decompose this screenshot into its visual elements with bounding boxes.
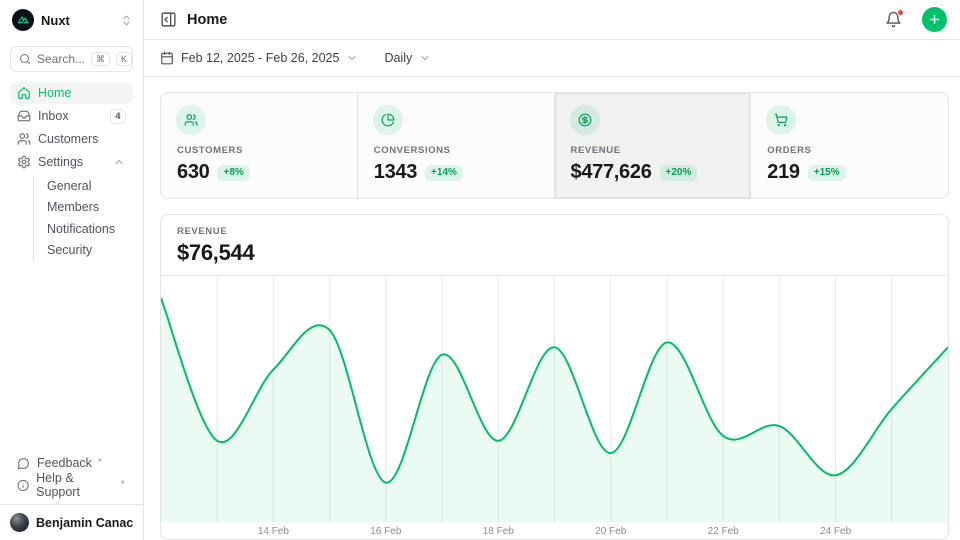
- x-axis-tick-label: 24 Feb: [820, 526, 851, 537]
- chart-metric-value: $76,544: [177, 240, 932, 266]
- sidebar-item-label: Settings: [38, 155, 105, 169]
- sidebar-footer: Feedback Help & Support: [0, 448, 143, 504]
- stat-value: $477,626: [571, 161, 652, 184]
- add-button[interactable]: [922, 7, 947, 32]
- shopping-cart-icon: [774, 113, 788, 127]
- stat-value: 630: [177, 161, 209, 184]
- search-icon: [19, 53, 31, 65]
- panel-left-close-icon: [160, 11, 177, 28]
- sidebar: Nuxt Search... ⌘ K Home Inbox 4 Customer…: [0, 0, 144, 540]
- stat-label: CONVERSIONS: [374, 145, 538, 156]
- search-input[interactable]: Search... ⌘ K: [10, 46, 133, 72]
- external-link-icon: [119, 479, 126, 486]
- filter-bar: Feb 12, 2025 - Feb 26, 2025 Daily: [144, 40, 960, 77]
- sidebar-item-inbox[interactable]: Inbox 4: [10, 105, 133, 127]
- subnav-label: General: [47, 179, 91, 193]
- stat-delta-badge: +15%: [808, 165, 846, 181]
- app-window: Nuxt Search... ⌘ K Home Inbox 4 Customer…: [0, 0, 960, 540]
- message-bubble-icon: [17, 457, 30, 470]
- home-icon: [17, 86, 31, 100]
- date-range-picker[interactable]: Feb 12, 2025 - Feb 26, 2025: [160, 51, 358, 65]
- stat-card-customers[interactable]: CUSTOMERS 630 +8%: [161, 93, 358, 198]
- users-icon: [184, 113, 198, 127]
- sidebar-item-label: Home: [38, 86, 126, 100]
- x-axis-tick-label: 18 Feb: [483, 526, 514, 537]
- chart-canvas: [161, 276, 948, 522]
- circle-dollar-icon: [578, 113, 592, 127]
- chart-metric-label: REVENUE: [177, 226, 932, 237]
- page-title: Home: [187, 12, 875, 28]
- users-icon: [17, 132, 31, 146]
- stat-value: 219: [767, 161, 799, 184]
- inbox-icon: [17, 109, 31, 123]
- sidebar-item-settings[interactable]: Settings: [10, 151, 133, 173]
- sidebar-nav: Home Inbox 4 Customers Settings General …: [0, 82, 143, 261]
- sidebar-item-customers[interactable]: Customers: [10, 128, 133, 150]
- feedback-label: Feedback: [37, 456, 92, 470]
- subnav-label: Members: [47, 200, 99, 214]
- chevron-down-icon: [346, 52, 358, 64]
- stat-card-orders[interactable]: ORDERS 219 +15%: [751, 93, 948, 198]
- external-link-icon: [96, 457, 103, 464]
- sidebar-item-general[interactable]: General: [34, 175, 133, 197]
- kbd-k: K: [116, 52, 132, 67]
- main-panel: Home Feb 12, 2025 - Feb 26, 2025 Daily: [144, 0, 960, 540]
- help-support-label: Help & Support: [36, 471, 115, 499]
- content-area: CUSTOMERS 630 +8% CONVERSIONS 1343 +14%: [144, 77, 960, 540]
- kbd-meta: ⌘: [91, 52, 110, 67]
- notifications-button[interactable]: [885, 11, 902, 28]
- brand-name: Nuxt: [41, 13, 113, 28]
- subnav-label: Notifications: [47, 222, 115, 236]
- chevron-up-icon[interactable]: [112, 156, 126, 168]
- user-avatar: [10, 513, 29, 532]
- calendar-icon: [160, 51, 174, 65]
- granularity-value: Daily: [384, 51, 412, 65]
- stat-delta-badge: +20%: [660, 165, 698, 181]
- x-axis-tick-label: 16 Feb: [370, 526, 401, 537]
- chart-x-axis: 14 Feb 16 Feb 18 Feb 20 Feb 22 Feb 24 Feb: [161, 522, 948, 540]
- stat-label: REVENUE: [571, 145, 735, 156]
- date-range-value: Feb 12, 2025 - Feb 26, 2025: [181, 51, 339, 65]
- chevron-down-icon: [419, 52, 431, 64]
- info-circle-icon: [17, 479, 29, 492]
- team-switcher[interactable]: Nuxt: [0, 0, 143, 37]
- stat-delta-badge: +8%: [217, 165, 249, 181]
- sidebar-item-home[interactable]: Home: [10, 82, 133, 104]
- sidebar-item-label: Customers: [38, 132, 126, 146]
- sidebar-item-security[interactable]: Security: [34, 240, 133, 262]
- stat-value: 1343: [374, 161, 417, 184]
- inbox-count-badge: 4: [110, 109, 126, 124]
- help-support-link[interactable]: Help & Support: [10, 474, 133, 496]
- chevrons-up-down-icon: [120, 14, 133, 27]
- stats-row: CUSTOMERS 630 +8% CONVERSIONS 1343 +14%: [160, 92, 949, 199]
- stat-delta-badge: +14%: [425, 165, 463, 181]
- user-menu[interactable]: Benjamin Canac: [0, 504, 143, 540]
- stat-label: ORDERS: [767, 145, 932, 156]
- notification-dot: [897, 9, 904, 16]
- plus-icon: [928, 13, 941, 26]
- x-axis-tick-label: 20 Feb: [595, 526, 626, 537]
- sidebar-item-notifications[interactable]: Notifications: [34, 218, 133, 240]
- chart-header: REVENUE $76,544: [161, 215, 948, 276]
- subnav-label: Security: [47, 243, 92, 257]
- stat-label: CUSTOMERS: [177, 145, 341, 156]
- top-header: Home: [144, 0, 960, 40]
- revenue-area-chart[interactable]: 14 Feb 16 Feb 18 Feb 20 Feb 22 Feb 24 Feb: [161, 276, 948, 540]
- sidebar-spacer: [0, 261, 143, 448]
- x-axis-tick-label: 22 Feb: [708, 526, 739, 537]
- collapse-sidebar-button[interactable]: [160, 11, 177, 28]
- granularity-select[interactable]: Daily: [384, 51, 431, 65]
- nuxt-logo-icon: [12, 9, 34, 31]
- pie-chart-icon: [381, 113, 395, 127]
- stat-card-revenue[interactable]: REVENUE $477,626 +20%: [555, 93, 752, 198]
- settings-subnav: General Members Notifications Security: [33, 175, 133, 261]
- x-axis-tick-label: 14 Feb: [258, 526, 289, 537]
- stat-card-conversions[interactable]: CONVERSIONS 1343 +14%: [358, 93, 555, 198]
- sidebar-item-label: Inbox: [38, 109, 103, 123]
- gear-icon: [17, 155, 31, 169]
- search-placeholder: Search...: [37, 52, 85, 66]
- sidebar-item-members[interactable]: Members: [34, 197, 133, 219]
- revenue-chart-card: REVENUE $76,544 14 Feb 16 Feb 18 Feb 20 Feb…: [160, 214, 949, 540]
- user-name: Benjamin Canac: [36, 516, 133, 530]
